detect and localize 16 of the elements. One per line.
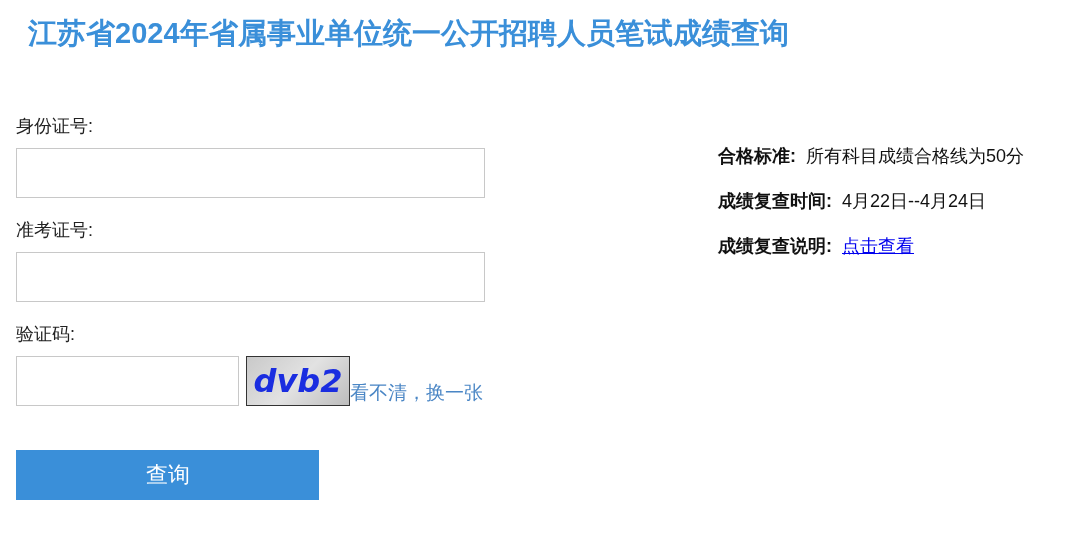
info-label: 成绩复查时间: [718, 190, 832, 213]
view-link[interactable]: 点击查看 [842, 234, 914, 258]
info-label: 合格标准: [718, 145, 796, 168]
captcha-image[interactable]: dvb2 [246, 356, 350, 406]
query-button[interactable]: 查询 [16, 450, 319, 500]
field-label: 验证码: [16, 323, 75, 346]
info-label: 成绩复查说明: [718, 235, 832, 258]
input-field[interactable] [16, 148, 485, 198]
input-field[interactable] [16, 252, 485, 302]
info-value: 所有科目成绩合格线为50分 [806, 145, 1025, 168]
page-title: 江苏省2024年省属事业单位统一公开招聘人员笔试成绩查询 [27, 16, 789, 51]
field-label: 身份证号: [16, 115, 93, 138]
refresh-captcha-link[interactable]: 看不清，换一张 [350, 380, 483, 406]
info-value: 4月22日--4月24日 [842, 190, 987, 213]
field-label: 准考证号: [16, 219, 93, 242]
captcha-input-field[interactable] [16, 356, 239, 406]
